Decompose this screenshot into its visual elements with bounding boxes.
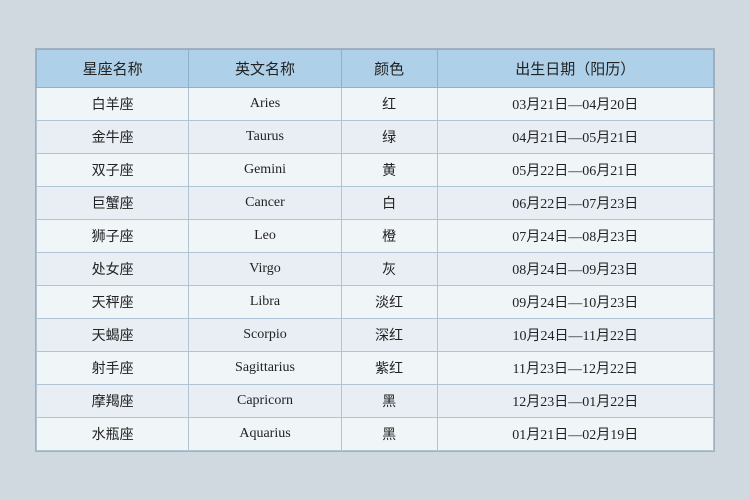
cell-r6-c0: 天秤座 (37, 286, 189, 319)
cell-r8-c2: 紫红 (341, 352, 437, 385)
cell-r10-c3: 01月21日—02月19日 (437, 418, 713, 451)
table-row: 水瓶座Aquarius黑01月21日—02月19日 (37, 418, 714, 451)
cell-r9-c0: 摩羯座 (37, 385, 189, 418)
cell-r4-c0: 狮子座 (37, 220, 189, 253)
table-row: 处女座Virgo灰08月24日—09月23日 (37, 253, 714, 286)
cell-r10-c1: Aquarius (189, 418, 341, 451)
cell-r6-c3: 09月24日—10月23日 (437, 286, 713, 319)
cell-r8-c0: 射手座 (37, 352, 189, 385)
cell-r9-c3: 12月23日—01月22日 (437, 385, 713, 418)
cell-r0-c2: 红 (341, 88, 437, 121)
cell-r7-c0: 天蝎座 (37, 319, 189, 352)
cell-r10-c2: 黑 (341, 418, 437, 451)
table-row: 狮子座Leo橙07月24日—08月23日 (37, 220, 714, 253)
cell-r2-c1: Gemini (189, 154, 341, 187)
cell-r8-c3: 11月23日—12月22日 (437, 352, 713, 385)
zodiac-table: 星座名称英文名称颜色出生日期（阳历） 白羊座Aries红03月21日—04月20… (36, 49, 714, 451)
cell-r7-c1: Scorpio (189, 319, 341, 352)
cell-r1-c0: 金牛座 (37, 121, 189, 154)
zodiac-table-container: 星座名称英文名称颜色出生日期（阳历） 白羊座Aries红03月21日—04月20… (35, 48, 715, 452)
cell-r7-c3: 10月24日—11月22日 (437, 319, 713, 352)
table-row: 巨蟹座Cancer白06月22日—07月23日 (37, 187, 714, 220)
cell-r3-c1: Cancer (189, 187, 341, 220)
table-row: 摩羯座Capricorn黑12月23日—01月22日 (37, 385, 714, 418)
cell-r5-c0: 处女座 (37, 253, 189, 286)
cell-r2-c2: 黄 (341, 154, 437, 187)
cell-r3-c2: 白 (341, 187, 437, 220)
cell-r10-c0: 水瓶座 (37, 418, 189, 451)
cell-r6-c1: Libra (189, 286, 341, 319)
cell-r6-c2: 淡红 (341, 286, 437, 319)
cell-r4-c3: 07月24日—08月23日 (437, 220, 713, 253)
header-col-3: 出生日期（阳历） (437, 50, 713, 88)
cell-r3-c0: 巨蟹座 (37, 187, 189, 220)
cell-r1-c3: 04月21日—05月21日 (437, 121, 713, 154)
cell-r9-c1: Capricorn (189, 385, 341, 418)
cell-r2-c0: 双子座 (37, 154, 189, 187)
cell-r2-c3: 05月22日—06月21日 (437, 154, 713, 187)
table-row: 金牛座Taurus绿04月21日—05月21日 (37, 121, 714, 154)
table-row: 天蝎座Scorpio深红10月24日—11月22日 (37, 319, 714, 352)
table-row: 白羊座Aries红03月21日—04月20日 (37, 88, 714, 121)
cell-r5-c1: Virgo (189, 253, 341, 286)
cell-r4-c2: 橙 (341, 220, 437, 253)
cell-r5-c3: 08月24日—09月23日 (437, 253, 713, 286)
cell-r0-c0: 白羊座 (37, 88, 189, 121)
header-col-2: 颜色 (341, 50, 437, 88)
table-row: 双子座Gemini黄05月22日—06月21日 (37, 154, 714, 187)
cell-r1-c1: Taurus (189, 121, 341, 154)
cell-r5-c2: 灰 (341, 253, 437, 286)
cell-r0-c1: Aries (189, 88, 341, 121)
table-header-row: 星座名称英文名称颜色出生日期（阳历） (37, 50, 714, 88)
cell-r8-c1: Sagittarius (189, 352, 341, 385)
cell-r3-c3: 06月22日—07月23日 (437, 187, 713, 220)
header-col-0: 星座名称 (37, 50, 189, 88)
cell-r0-c3: 03月21日—04月20日 (437, 88, 713, 121)
header-col-1: 英文名称 (189, 50, 341, 88)
table-row: 天秤座Libra淡红09月24日—10月23日 (37, 286, 714, 319)
table-row: 射手座Sagittarius紫红11月23日—12月22日 (37, 352, 714, 385)
cell-r4-c1: Leo (189, 220, 341, 253)
cell-r7-c2: 深红 (341, 319, 437, 352)
cell-r1-c2: 绿 (341, 121, 437, 154)
cell-r9-c2: 黑 (341, 385, 437, 418)
table-body: 白羊座Aries红03月21日—04月20日金牛座Taurus绿04月21日—0… (37, 88, 714, 451)
